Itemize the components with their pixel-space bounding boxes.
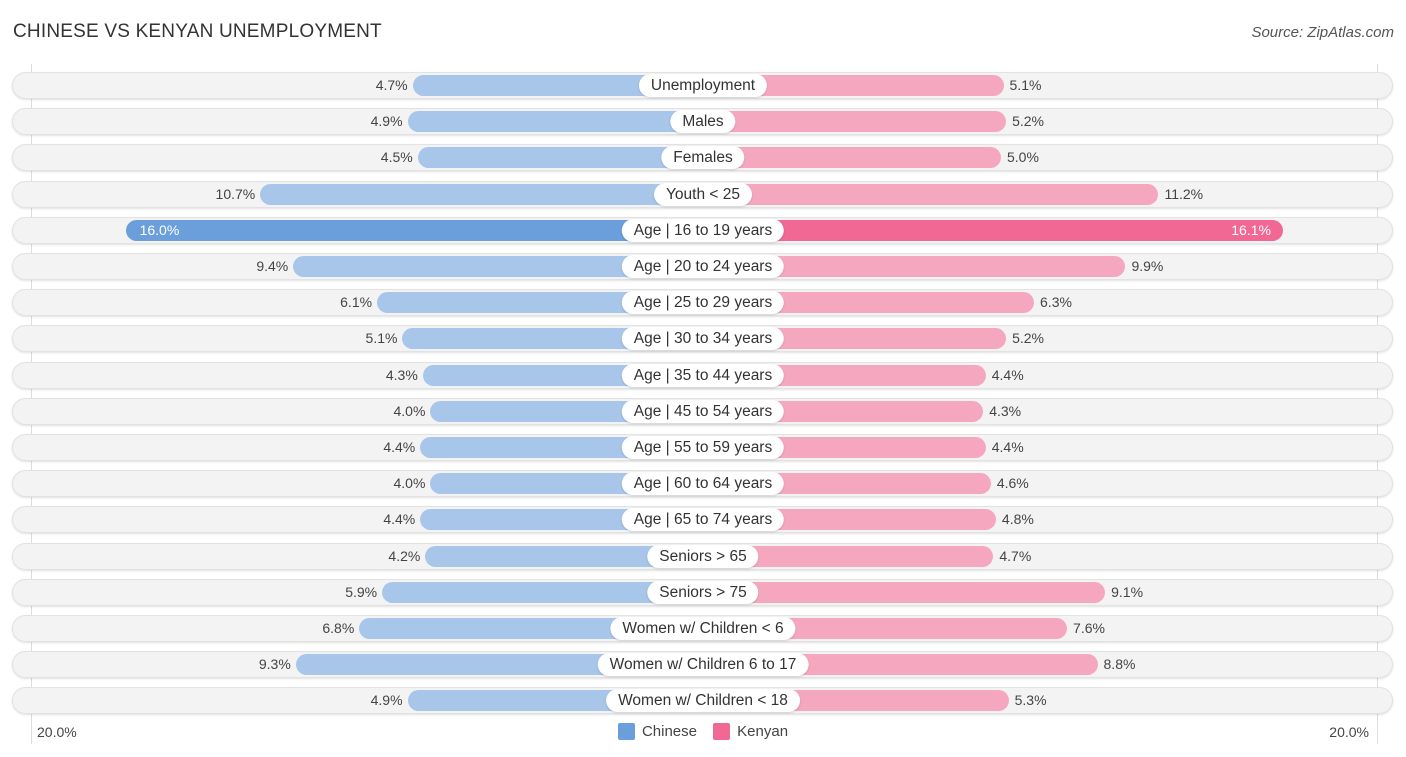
value-label-kenyan: 8.8%: [1103, 656, 1136, 673]
category-label: Youth < 25: [654, 182, 752, 206]
category-label: Unemployment: [638, 74, 768, 97]
category-label: Age | 45 to 54 years: [621, 399, 785, 423]
value-label-chinese: 16.0%: [139, 221, 180, 238]
value-label-kenyan: 5.2%: [1012, 330, 1044, 347]
category-label: Women w/ Children < 18: [606, 689, 800, 713]
value-label-kenyan: 5.2%: [1012, 113, 1044, 130]
chart-title: CHINESE VS KENYAN UNEMPLOYMENT: [13, 21, 382, 42]
value-label-kenyan: 5.3%: [1014, 692, 1047, 709]
legend-item-kenyan[interactable]: Kenyan: [713, 723, 788, 740]
value-label-chinese: 4.9%: [370, 692, 403, 709]
value-label-kenyan: 4.4%: [991, 439, 1024, 455]
category-label: Age | 65 to 74 years: [621, 508, 785, 532]
value-label-kenyan: 4.7%: [999, 547, 1032, 564]
category-label: Age | 35 to 44 years: [621, 363, 785, 387]
value-label-chinese: 5.1%: [365, 330, 398, 347]
value-label-chinese: 6.8%: [322, 620, 355, 636]
category-label: Women w/ Children 6 to 17: [597, 653, 809, 677]
value-label-chinese: 5.9%: [345, 583, 378, 600]
bar-chinese[interactable]: [417, 147, 703, 169]
legend-swatch-chinese: [617, 723, 635, 740]
category-label: Age | 20 to 24 years: [621, 255, 785, 278]
value-label-kenyan: 11.2%: [1164, 185, 1204, 202]
bar-kenyan[interactable]: [703, 147, 1001, 169]
category-label: Age | 30 to 34 years: [621, 327, 785, 351]
value-label-chinese: 6.1%: [340, 294, 373, 311]
value-label-chinese: 4.4%: [383, 439, 416, 455]
value-label-chinese: 4.3%: [385, 366, 418, 383]
legend-swatch-kenyan: [713, 723, 731, 740]
value-label-kenyan: 4.8%: [1001, 511, 1034, 528]
legend-label-kenyan: Kenyan: [737, 723, 789, 740]
source-credit: Source: ZipAtlas.com: [1251, 24, 1394, 41]
bar-chinese[interactable]: [260, 183, 703, 205]
value-label-kenyan: 9.1%: [1111, 583, 1144, 600]
category-label: Seniors > 75: [647, 580, 759, 604]
category-label: Age | 25 to 29 years: [621, 291, 785, 315]
value-label-kenyan: 4.6%: [996, 475, 1029, 492]
value-label-chinese: 4.0%: [393, 402, 426, 419]
category-label: Women w/ Children < 6: [610, 617, 796, 640]
category-label: Age | 55 to 59 years: [621, 436, 785, 459]
bar-chinese[interactable]: [125, 219, 703, 241]
value-label-chinese: 4.9%: [370, 113, 403, 130]
legend-item-chinese[interactable]: Chinese: [617, 723, 697, 740]
value-label-chinese: 4.7%: [375, 77, 408, 93]
value-label-chinese: 4.0%: [393, 475, 426, 492]
legend-label-chinese: Chinese: [641, 723, 697, 740]
category-label: Males: [670, 110, 736, 134]
category-label: Seniors > 65: [647, 544, 759, 568]
category-label: Females: [661, 146, 745, 170]
bar-kenyan[interactable]: [703, 183, 1159, 205]
bar-chinese[interactable]: [407, 111, 703, 133]
value-label-kenyan: 5.0%: [1007, 149, 1039, 166]
bar-kenyan[interactable]: [703, 111, 1007, 133]
value-label-kenyan: 5.1%: [1009, 77, 1042, 93]
value-label-chinese: 4.2%: [388, 547, 421, 564]
bar-kenyan[interactable]: [703, 219, 1283, 241]
value-label-kenyan: 9.9%: [1131, 258, 1164, 274]
value-label-chinese: 4.5%: [380, 149, 413, 166]
value-label-kenyan: 6.3%: [1040, 294, 1072, 311]
value-label-chinese: 10.7%: [215, 185, 256, 202]
value-label-chinese: 4.4%: [383, 511, 416, 528]
value-label-kenyan: 16.1%: [1231, 221, 1271, 238]
category-label: Age | 16 to 19 years: [621, 218, 785, 242]
legend: Chinese Kenyan: [0, 723, 1406, 744]
bar-kenyan[interactable]: [703, 581, 1106, 603]
value-label-chinese: 9.4%: [256, 258, 289, 274]
value-label-chinese: 9.3%: [258, 656, 291, 673]
value-label-kenyan: 7.6%: [1073, 620, 1105, 636]
value-label-kenyan: 4.4%: [991, 366, 1024, 383]
value-label-kenyan: 4.3%: [989, 402, 1022, 419]
category-label: Age | 60 to 64 years: [621, 472, 785, 496]
